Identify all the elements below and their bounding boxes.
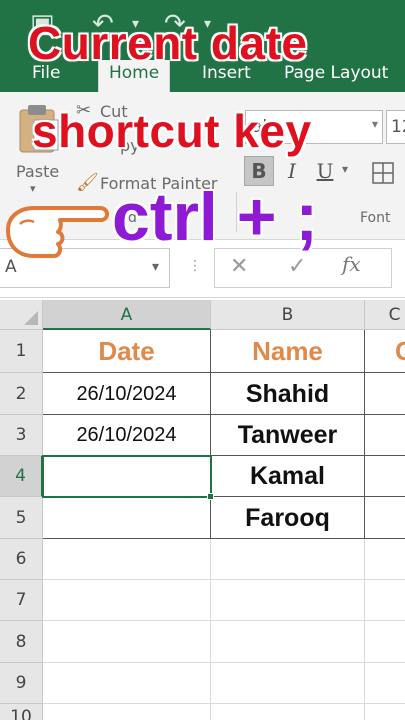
- font-name-dropdown-icon[interactable]: ▾: [372, 117, 378, 131]
- font-size-box[interactable]: 12: [386, 110, 405, 144]
- cell-b1[interactable]: Name: [211, 330, 365, 373]
- cell-b10[interactable]: [211, 704, 365, 720]
- cell-a7[interactable]: [43, 580, 211, 621]
- cell-a10[interactable]: [43, 704, 211, 720]
- cell-b9[interactable]: [211, 663, 365, 704]
- caption-line-2: shortcut key: [31, 104, 312, 158]
- cell-c8[interactable]: [365, 621, 405, 663]
- cell-b4[interactable]: Kamal: [211, 456, 365, 497]
- active-cell-selection: [42, 455, 212, 498]
- cell-c9[interactable]: [365, 663, 405, 704]
- cell-c4[interactable]: [365, 456, 405, 497]
- cell-a3[interactable]: 26/10/2024: [43, 415, 211, 456]
- cell-c6[interactable]: [365, 539, 405, 580]
- enter-icon[interactable]: ✓: [288, 254, 306, 279]
- cell-a8[interactable]: [43, 621, 211, 663]
- row-header-1[interactable]: 1: [0, 330, 43, 373]
- cell-b3[interactable]: Tanweer: [211, 415, 365, 456]
- row-header-5[interactable]: 5: [0, 497, 43, 539]
- worksheet-grid[interactable]: A B C 1 2 3 4 5 6 7 8 9 10 Date Name C 2…: [0, 300, 405, 720]
- fill-handle[interactable]: [207, 493, 214, 500]
- row-header-2[interactable]: 2: [0, 373, 43, 415]
- column-header-a[interactable]: A: [43, 300, 211, 330]
- row-header-6[interactable]: 6: [0, 539, 43, 580]
- column-header-b[interactable]: B: [211, 300, 365, 330]
- cancel-icon[interactable]: ✕: [230, 254, 248, 279]
- cell-a2[interactable]: 26/10/2024: [43, 373, 211, 415]
- cell-c10[interactable]: [365, 704, 405, 720]
- row-header-3[interactable]: 3: [0, 415, 43, 456]
- insert-function-button[interactable]: fx: [342, 252, 361, 276]
- row-header-8[interactable]: 8: [0, 621, 43, 663]
- cell-b8[interactable]: [211, 621, 365, 663]
- cell-a9[interactable]: [43, 663, 211, 704]
- cell-b7[interactable]: [211, 580, 365, 621]
- cell-a1[interactable]: Date: [43, 330, 211, 373]
- paste-label: Paste: [16, 162, 60, 181]
- name-box-dropdown-icon[interactable]: ▾: [152, 259, 159, 275]
- cell-b2[interactable]: Shahid: [211, 373, 365, 415]
- cell-c3[interactable]: [365, 415, 405, 456]
- cell-c1[interactable]: C: [365, 330, 405, 373]
- cell-a6[interactable]: [43, 539, 211, 580]
- underline-dropdown-icon[interactable]: ▾: [342, 162, 348, 176]
- row-header-7[interactable]: 7: [0, 580, 43, 621]
- shortcut-caption: ctrl + ;: [112, 179, 318, 255]
- cell-c2[interactable]: [365, 373, 405, 415]
- cell-b5[interactable]: Farooq: [211, 497, 365, 539]
- cell-a5[interactable]: [43, 497, 211, 539]
- formula-bar-grip-icon: ⋮: [188, 258, 202, 274]
- column-header-c[interactable]: C: [365, 300, 405, 330]
- select-all-button[interactable]: [0, 300, 43, 330]
- cell-b6[interactable]: [211, 539, 365, 580]
- row-header-4[interactable]: 4: [0, 456, 43, 497]
- caption-line-1: Current date: [27, 16, 308, 70]
- cell-c7[interactable]: [365, 580, 405, 621]
- font-size-value: 12: [391, 117, 405, 137]
- row-header-10[interactable]: 10: [0, 704, 43, 720]
- font-group-label: Font: [360, 210, 391, 226]
- pointing-hand-icon: [6, 206, 109, 258]
- row-header-9[interactable]: 9: [0, 663, 43, 704]
- select-all-triangle-icon: [24, 311, 38, 325]
- cell-c5[interactable]: [365, 497, 405, 539]
- borders-icon[interactable]: [372, 162, 394, 184]
